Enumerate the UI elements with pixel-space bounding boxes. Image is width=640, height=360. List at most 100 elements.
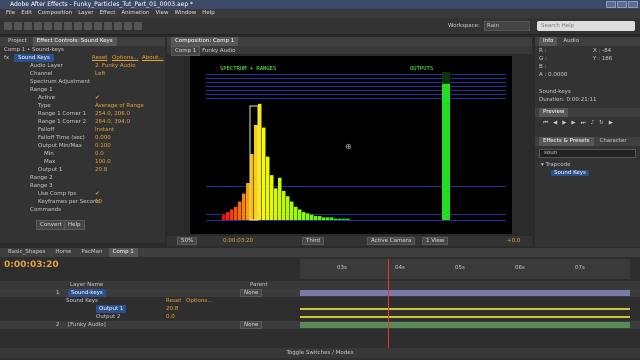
- fx-property-value[interactable]: ✔: [95, 94, 100, 102]
- maximize-icon[interactable]: [617, 1, 627, 8]
- fx-property-row[interactable]: Falloff Instant: [0, 126, 165, 134]
- search-help-input[interactable]: Search Help: [537, 21, 635, 31]
- comp-crumb[interactable]: Comp 1: [171, 46, 201, 56]
- convert-button[interactable]: Convert: [36, 220, 66, 230]
- category-trapcode[interactable]: ▾ Trapcode: [535, 161, 640, 169]
- timeline-reset-link[interactable]: Reset: [166, 297, 181, 305]
- menu-view[interactable]: View: [155, 9, 168, 18]
- fx-property-row[interactable]: Range 2: [0, 174, 165, 182]
- options-link[interactable]: Options...: [112, 54, 138, 62]
- fx-property-value[interactable]: 0.100: [95, 142, 111, 150]
- time-ruler[interactable]: 03s 04s 05s 06s 07s: [300, 259, 630, 279]
- fx-property-row[interactable]: Active ✔: [0, 94, 165, 102]
- fx-property-value[interactable]: 254.0, 206.0: [95, 110, 130, 118]
- effect-item-sound-keys[interactable]: Sound Keys: [535, 169, 640, 177]
- reset-link[interactable]: Reset: [92, 54, 107, 62]
- effects-search-input[interactable]: soun: [539, 149, 636, 158]
- menu-layer[interactable]: Layer: [78, 9, 93, 18]
- clone-tool-icon[interactable]: [104, 22, 112, 30]
- layer-bar[interactable]: [300, 322, 630, 328]
- property-value[interactable]: 20.8: [166, 305, 178, 313]
- timeline-timecode[interactable]: 0:00:03:20: [4, 260, 59, 270]
- fx-property-row[interactable]: Output Min/Max 0.100: [0, 142, 165, 150]
- keyframe-track[interactable]: [300, 308, 630, 310]
- exposure-value[interactable]: +0.0: [507, 236, 520, 246]
- help-button[interactable]: Help: [64, 220, 85, 230]
- tab-project[interactable]: Project: [4, 37, 31, 46]
- layer-bar[interactable]: [300, 290, 630, 296]
- fx-property-row[interactable]: Range 3: [0, 182, 165, 190]
- property-row[interactable]: Output 1 20.8: [0, 305, 640, 313]
- menu-edit[interactable]: Edit: [21, 9, 32, 18]
- menu-animation[interactable]: Animation: [121, 9, 149, 18]
- about-link[interactable]: About...: [142, 54, 164, 62]
- effect-name[interactable]: Sound Keys: [14, 54, 54, 62]
- tab-pacman[interactable]: PacMan: [77, 248, 106, 257]
- hand-tool-icon[interactable]: [14, 22, 22, 30]
- layer-row[interactable]: 1 Sound-keys None: [0, 289, 640, 297]
- first-frame-icon[interactable]: ⏮: [543, 120, 548, 128]
- fx-property-row[interactable]: Commands: [0, 206, 165, 214]
- fx-property-row[interactable]: Keyframes per Second 10: [0, 198, 165, 206]
- fx-property-row[interactable]: Type Average of Range: [0, 102, 165, 110]
- fx-property-value[interactable]: 20.8: [95, 166, 107, 174]
- text-tool-icon[interactable]: [84, 22, 92, 30]
- fx-property-value[interactable]: 0.0: [95, 150, 104, 158]
- layer-name[interactable]: [Funky Audio]: [68, 321, 106, 329]
- mask-tool-icon[interactable]: [64, 22, 72, 30]
- tab-effects-presets[interactable]: Effects & Presets: [539, 137, 594, 146]
- tab-audio[interactable]: Audio: [559, 37, 583, 46]
- layer-crumb[interactable]: Funky Audio: [202, 48, 235, 54]
- selection-tool-icon[interactable]: [4, 22, 12, 30]
- tab-composition[interactable]: Composition: Comp 1: [171, 37, 239, 46]
- parent-select[interactable]: None: [240, 321, 263, 329]
- fx-property-row[interactable]: Falloff Time (sec) 0.000: [0, 134, 165, 142]
- eraser-tool-icon[interactable]: [114, 22, 122, 30]
- effect-row[interactable]: Sound Keys Reset Options...: [0, 297, 640, 305]
- pan-tool-icon[interactable]: [54, 22, 62, 30]
- workspace-select[interactable]: Rain: [484, 21, 530, 31]
- layer-row[interactable]: 2 [Funky Audio] None: [0, 321, 640, 329]
- fx-property-row[interactable]: Range 1: [0, 86, 165, 94]
- zoom-tool-icon[interactable]: [24, 22, 32, 30]
- fx-property-value[interactable]: Average of Range: [95, 102, 144, 110]
- pen-tool-icon[interactable]: [74, 22, 82, 30]
- fx-property-row[interactable]: Channel Left: [0, 70, 165, 78]
- menu-file[interactable]: File: [6, 9, 15, 18]
- puppet-tool-icon[interactable]: [134, 22, 142, 30]
- menu-window[interactable]: Window: [175, 9, 197, 18]
- rotate-tool-icon[interactable]: [34, 22, 42, 30]
- fx-property-value[interactable]: ✔: [95, 190, 100, 198]
- fx-property-row[interactable]: Range 1 Corner 2 264.0, 394.0: [0, 118, 165, 126]
- fx-property-value[interactable]: 264.0, 394.0: [95, 118, 130, 126]
- roto-tool-icon[interactable]: [124, 22, 132, 30]
- fx-property-row[interactable]: Output 1 20.8: [0, 166, 165, 174]
- fx-property-value[interactable]: 0.000: [95, 134, 111, 142]
- layer-name[interactable]: Sound-keys: [68, 289, 106, 297]
- composition-viewer[interactable]: SPECTRUM + RANGES OUTPUTS ⊕: [190, 56, 512, 234]
- minimize-icon[interactable]: [606, 1, 616, 8]
- tab-preview[interactable]: Preview: [539, 108, 569, 117]
- current-time-indicator[interactable]: [388, 259, 389, 349]
- close-icon[interactable]: [628, 1, 638, 8]
- fx-property-row[interactable]: Audio Layer 2. Funky Audio: [0, 62, 165, 70]
- next-frame-icon[interactable]: ▶: [571, 120, 575, 128]
- audio-icon[interactable]: ♪: [591, 120, 595, 128]
- tab-horse[interactable]: Horse: [51, 248, 75, 257]
- tab-effect-controls[interactable]: Effect Controls: Sound Keys: [32, 37, 117, 46]
- fx-property-row[interactable]: Use Comp fps ✔: [0, 190, 165, 198]
- fx-property-value[interactable]: Instant: [95, 126, 114, 134]
- toggle-switches-modes[interactable]: Toggle Switches / Modes: [0, 348, 640, 358]
- property-value[interactable]: 0.0: [166, 313, 175, 321]
- last-frame-icon[interactable]: ⏭: [581, 120, 586, 128]
- fx-property-value[interactable]: 10: [95, 198, 102, 206]
- tab-character[interactable]: Character: [596, 137, 631, 146]
- parent-select[interactable]: None: [240, 289, 263, 297]
- camera-tool-icon[interactable]: [44, 22, 52, 30]
- zoom-select[interactable]: 50%: [177, 237, 198, 245]
- fx-property-row[interactable]: Range 1 Corner 1 254.0, 206.0: [0, 110, 165, 118]
- fx-property-value[interactable]: 100.0: [95, 158, 111, 166]
- fx-property-row[interactable]: Spectrum Adjustment: [0, 78, 165, 86]
- fx-property-value[interactable]: 2. Funky Audio: [95, 62, 135, 70]
- prev-frame-icon[interactable]: ◀: [553, 120, 557, 128]
